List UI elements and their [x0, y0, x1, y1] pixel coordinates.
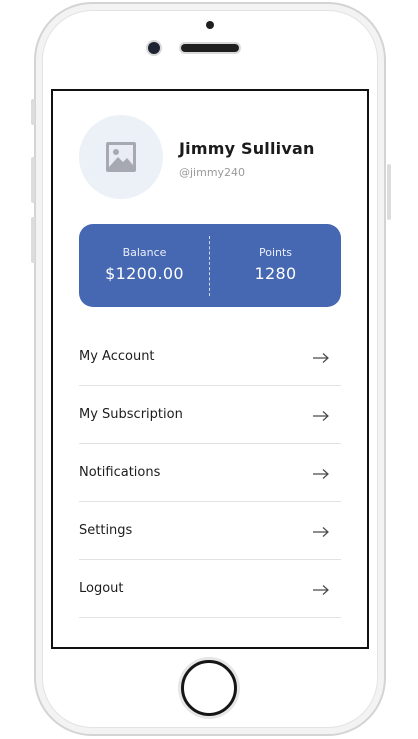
balance-value: $1200.00 [105, 264, 184, 283]
front-camera [148, 42, 160, 54]
menu-item-label: My Subscription [79, 407, 183, 422]
arrow-right-icon [313, 527, 329, 537]
home-button[interactable] [181, 660, 237, 716]
volume-down-button [31, 217, 35, 263]
menu-item-label: Logout [79, 581, 124, 596]
arrow-right-icon [313, 585, 329, 595]
menu-item-label: Settings [79, 523, 133, 538]
balance-card: Balance $1200.00 Points 1280 [79, 224, 341, 307]
menu-item-my-subscription[interactable]: My Subscription [79, 387, 341, 444]
earpiece-speaker [181, 44, 239, 52]
mute-switch [31, 99, 35, 125]
volume-up-button [31, 157, 35, 203]
app-screen: Jimmy Sullivan @jimmy240 Balance $1200.0… [51, 89, 369, 649]
user-handle: @jimmy240 [179, 166, 246, 179]
user-name: Jimmy Sullivan [179, 139, 315, 158]
image-placeholder-icon [106, 142, 136, 172]
arrow-right-icon [313, 411, 329, 421]
arrow-right-icon [313, 353, 329, 363]
points-value: 1280 [254, 264, 297, 283]
avatar[interactable] [79, 115, 163, 199]
menu-item-notifications[interactable]: Notifications [79, 445, 341, 502]
proximity-sensor [206, 21, 214, 29]
balance-stat: Balance $1200.00 [79, 246, 210, 283]
menu-item-logout[interactable]: Logout [79, 561, 341, 618]
menu-item-label: My Account [79, 349, 155, 364]
points-stat: Points 1280 [210, 246, 341, 283]
power-button [387, 164, 391, 220]
menu-item-my-account[interactable]: My Account [79, 329, 341, 386]
menu-item-settings[interactable]: Settings [79, 503, 341, 560]
profile-menu: My Account My Subscription Notifications… [79, 329, 341, 618]
balance-label: Balance [122, 246, 167, 259]
arrow-right-icon [313, 469, 329, 479]
menu-item-label: Notifications [79, 465, 161, 480]
points-label: Points [258, 246, 293, 259]
